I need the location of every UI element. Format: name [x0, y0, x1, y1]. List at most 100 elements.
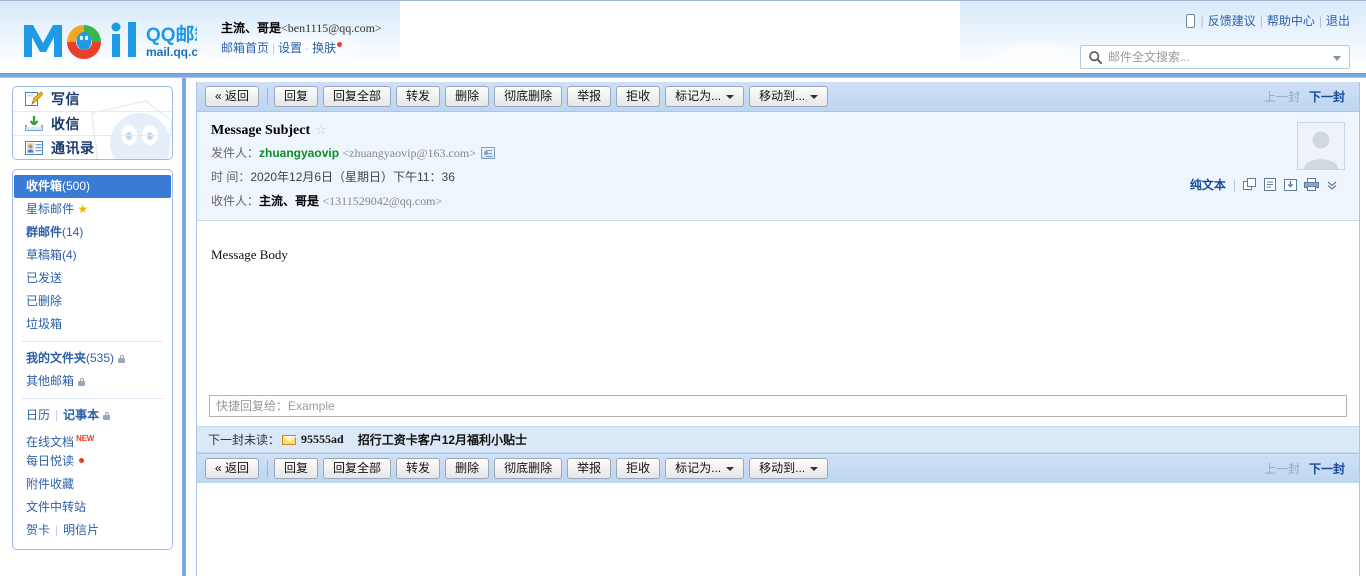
- quick-reply-input[interactable]: [209, 395, 1347, 417]
- sidebar-divider-2: [22, 398, 163, 399]
- sidebar-item-other-mailboxes-label: 其他邮箱: [26, 374, 75, 388]
- message-to-row: 收件人：主流、哥是 <1311529042@qq.com>: [211, 192, 1345, 211]
- reply-button[interactable]: 回复: [274, 86, 319, 107]
- next-unread-subject[interactable]: 招行工资卡客户12月福利小贴士: [358, 431, 527, 448]
- sidebar-action-compose[interactable]: 写信: [13, 87, 172, 111]
- message-view-options: 纯文本 |: [1190, 176, 1345, 193]
- back-button[interactable]: « 返回: [205, 86, 260, 107]
- sep-1: |: [1200, 14, 1204, 28]
- chevron-double-down-icon[interactable]: [1326, 179, 1338, 191]
- delete-button-bottom[interactable]: 删除: [445, 458, 490, 479]
- sidebar-item-other-mailboxes[interactable]: 其他邮箱: [13, 370, 172, 393]
- skin-link[interactable]: 换肤: [312, 41, 336, 55]
- feedback-link[interactable]: 反馈建议: [1208, 14, 1256, 28]
- sidebar-divider-1: [22, 341, 163, 342]
- next-mail-link[interactable]: 下一封: [1309, 90, 1345, 104]
- logout-link[interactable]: 退出: [1326, 14, 1350, 28]
- sidebar-item-attachment-favorites-label: 附件收藏: [26, 477, 75, 491]
- next-unread-bar: 下一封未读： 95555ad 招行工资卡客户12月福利小贴士: [197, 426, 1359, 453]
- open-in-new-window-icon[interactable]: [1243, 178, 1257, 191]
- print-icon[interactable]: [1304, 178, 1319, 191]
- sidebar-item-drafts[interactable]: 草稿箱(4): [13, 244, 172, 267]
- sidebar-cards-row: 贺卡 | 明信片: [13, 519, 172, 542]
- move-to-dropdown-bottom[interactable]: 移动到...: [749, 458, 829, 479]
- sidebar-item-postcard[interactable]: 明信片: [63, 523, 99, 537]
- sidebar-item-calendar[interactable]: 日历: [26, 408, 50, 422]
- star-outline-icon[interactable]: ☆: [315, 122, 327, 137]
- sidebar-item-trash-label: 垃圾箱: [26, 317, 63, 331]
- report-button[interactable]: 举报: [567, 86, 612, 107]
- reply-all-button-bottom[interactable]: 回复全部: [323, 458, 392, 479]
- back-button-bottom[interactable]: « 返回: [205, 458, 260, 479]
- move-to-dropdown[interactable]: 移动到...: [749, 86, 829, 107]
- next-unread-sender: 95555ad: [301, 432, 344, 446]
- mobile-phone-icon[interactable]: [1185, 14, 1195, 28]
- message-time-row: 时 间：2020年12月6日（星期日）下午11：36: [211, 168, 1345, 187]
- sidebar-item-daily-read-label: 每日悦读: [26, 454, 75, 468]
- envelope-icon: [282, 434, 298, 445]
- chevron-down-icon[interactable]: [1333, 56, 1341, 61]
- next-mail-link-bottom[interactable]: 下一封: [1309, 462, 1345, 476]
- skin-new-dot-icon: [337, 42, 343, 47]
- sidebar: 写信 收信 通讯录 收件箱(500) 星标邮件 ★ 群邮件(14) 草稿箱(4)…: [0, 78, 186, 576]
- reply-all-button[interactable]: 回复全部: [323, 86, 392, 107]
- delete-button[interactable]: 删除: [445, 86, 490, 107]
- sidebar-item-daily-read[interactable]: 每日悦读: [13, 450, 172, 473]
- sidebar-item-inbox[interactable]: 收件箱(500): [14, 175, 171, 198]
- reply-button-bottom[interactable]: 回复: [274, 458, 319, 479]
- previous-mail-link: 上一封: [1263, 90, 1300, 104]
- sidebar-item-deleted[interactable]: 已删除: [13, 290, 172, 313]
- compose-icon: [25, 91, 43, 106]
- sidebar-item-starred[interactable]: 星标邮件 ★: [13, 198, 172, 221]
- sidebar-item-greeting-card[interactable]: 贺卡: [26, 523, 50, 537]
- sidebar-item-online-docs[interactable]: 在线文档 NEW: [13, 427, 172, 450]
- mark-as-dropdown[interactable]: 标记为...: [665, 86, 745, 107]
- sidebar-item-group-mail-count: (14): [62, 225, 84, 239]
- from-name[interactable]: zhuangyaovip: [259, 146, 339, 160]
- mark-as-dropdown-bottom[interactable]: 标记为...: [665, 458, 745, 479]
- sep-3: |: [1318, 14, 1322, 28]
- sep-2: |: [1259, 14, 1263, 28]
- account-identity: 主流、哥是<ben1115@qq.com>: [221, 19, 382, 37]
- mail-home-link[interactable]: 邮箱首页: [221, 41, 269, 55]
- quick-reply-wrapper: [197, 391, 1359, 426]
- delete-permanently-button-bottom[interactable]: 彻底删除: [494, 458, 563, 479]
- sidebar-item-sent[interactable]: 已发送: [13, 267, 172, 290]
- chevron-down-icon: [726, 94, 735, 99]
- settings-link[interactable]: 设置: [278, 41, 302, 55]
- link-separator: |: [272, 41, 276, 55]
- forward-button[interactable]: 转发: [396, 86, 441, 107]
- sidebar-item-notepad[interactable]: 记事本: [63, 408, 99, 422]
- toolbar-separator-bottom: [267, 460, 269, 477]
- sidebar-action-contacts[interactable]: 通讯录: [13, 135, 172, 159]
- sidebar-item-my-folders-count: (535): [86, 351, 115, 365]
- sidebar-action-receive-label: 收信: [51, 115, 80, 132]
- main-content: « 返回 回复 回复全部 转发 删除 彻底删除 举报 拒收 标记为... 移动到…: [190, 78, 1366, 576]
- search-input[interactable]: [1106, 46, 1328, 68]
- help-center-link[interactable]: 帮助中心: [1267, 14, 1315, 28]
- sidebar-item-attachment-favorites[interactable]: 附件收藏: [13, 473, 172, 496]
- report-button-bottom[interactable]: 举报: [567, 458, 612, 479]
- sidebar-action-receive[interactable]: 收信: [13, 111, 172, 135]
- sidebar-item-trash[interactable]: 垃圾箱: [13, 313, 172, 336]
- message-from-row: 发件人：zhuangyaovip <zhuangyaovip@163.com>: [211, 144, 1345, 163]
- sidebar-item-online-docs-label: 在线文档: [26, 435, 75, 449]
- plain-text-toggle[interactable]: 纯文本: [1190, 176, 1226, 193]
- reject-button[interactable]: 拒收: [616, 86, 661, 107]
- sidebar-item-group-mail[interactable]: 群邮件(14): [13, 221, 172, 244]
- header-utility-links: | 反馈建议 | 帮助中心 | 退出: [1185, 13, 1350, 29]
- forward-button-bottom[interactable]: 转发: [396, 458, 441, 479]
- search-box[interactable]: [1080, 45, 1350, 69]
- qqmail-logo[interactable]: QQ邮箱 mail.qq.com: [22, 17, 197, 63]
- sidebar-item-file-transfer[interactable]: 文件中转站: [13, 496, 172, 519]
- sidebar-item-my-folders[interactable]: 我的文件夹(535): [13, 347, 172, 370]
- contact-card-icon[interactable]: [480, 147, 495, 159]
- page-header: QQ邮箱 mail.qq.com 主流、哥是<ben1115@qq.com> 邮…: [0, 0, 1366, 73]
- from-address: <zhuangyaovip@163.com>: [342, 146, 476, 160]
- reject-button-bottom[interactable]: 拒收: [616, 458, 661, 479]
- delete-permanently-button[interactable]: 彻底删除: [494, 86, 563, 107]
- avatar[interactable]: [1297, 122, 1345, 170]
- download-icon[interactable]: [1284, 178, 1297, 191]
- chevron-down-icon: [810, 466, 819, 471]
- save-as-note-icon[interactable]: [1264, 178, 1277, 191]
